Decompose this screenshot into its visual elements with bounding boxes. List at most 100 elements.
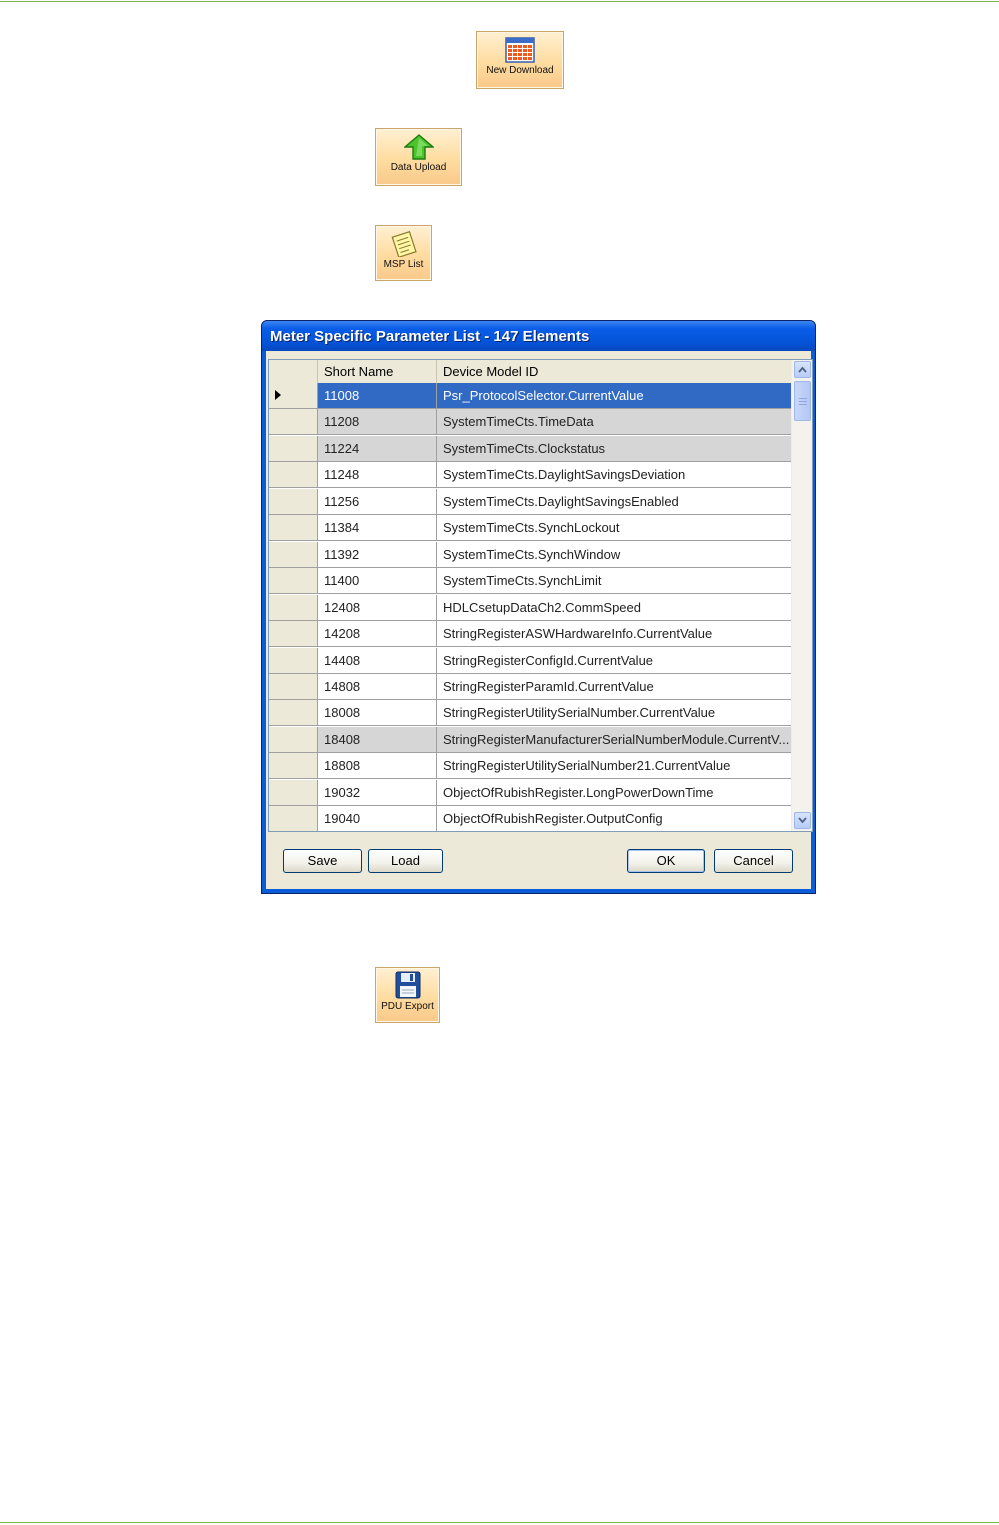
cell-short-name[interactable]: 11384 — [318, 515, 437, 541]
row-header[interactable] — [269, 435, 318, 461]
table-row[interactable]: 14808 StringRegisterParamId.CurrentValue — [269, 673, 791, 700]
cell-short-name[interactable]: 19032 — [318, 779, 437, 805]
msp-list-label: MSP List — [383, 259, 424, 270]
cell-short-name[interactable]: 14408 — [318, 647, 437, 673]
ok-button[interactable]: OK — [627, 849, 705, 873]
row-header[interactable] — [269, 700, 318, 726]
cell-device-model-id[interactable]: StringRegisterParamId.CurrentValue — [437, 674, 791, 699]
table-row[interactable]: 11248 SystemTimeCts.DaylightSavingsDeviat… — [269, 462, 791, 489]
row-header[interactable] — [269, 806, 318, 831]
row-header[interactable] — [269, 753, 318, 779]
cell-short-name[interactable]: 18008 — [318, 700, 437, 726]
table-row[interactable]: 14408 StringRegisterConfigId.CurrentValue — [269, 647, 791, 674]
table-row[interactable]: 11392 SystemTimeCts.SynchWindow — [269, 541, 791, 568]
scroll-up-button[interactable] — [794, 361, 811, 378]
current-row-arrow-icon — [275, 390, 281, 400]
pdu-export-label: PDU Export — [381, 1001, 434, 1012]
cell-device-model-id[interactable]: SystemTimeCts.SynchWindow — [437, 542, 791, 567]
cell-short-name[interactable]: 11392 — [318, 541, 437, 567]
row-header[interactable] — [269, 621, 318, 647]
row-header[interactable] — [269, 568, 318, 594]
cancel-button[interactable]: Cancel — [714, 849, 793, 873]
green-up-arrow-icon — [403, 134, 434, 160]
cell-device-model-id[interactable]: Psr_ProtocolSelector.CurrentValue — [437, 383, 791, 408]
table-row[interactable]: 18008 StringRegisterUtilitySerialNumber.C… — [269, 700, 791, 727]
cell-short-name[interactable]: 12408 — [318, 594, 437, 620]
load-button[interactable]: Load — [368, 849, 443, 873]
column-header-short-name[interactable]: Short Name — [318, 360, 437, 383]
cell-short-name[interactable]: 18808 — [318, 753, 437, 779]
table-row[interactable]: 19032 ObjectOfRubishRegister.LongPowerDow… — [269, 779, 791, 806]
row-header[interactable] — [269, 409, 318, 435]
row-header[interactable] — [269, 488, 318, 514]
cell-device-model-id[interactable]: StringRegisterUtilitySerialNumber.Curren… — [437, 700, 791, 725]
table-row[interactable]: 11208 SystemTimeCts.TimeData — [269, 409, 791, 436]
chevron-down-icon — [798, 817, 807, 824]
top-rule — [0, 1, 999, 2]
cell-short-name[interactable]: 11224 — [318, 435, 437, 461]
cell-device-model-id[interactable]: SystemTimeCts.Clockstatus — [437, 435, 791, 461]
cell-device-model-id[interactable]: StringRegisterUtilitySerialNumber21.Curr… — [437, 753, 791, 778]
data-upload-label: Data Upload — [390, 162, 447, 173]
grid-header: Short Name Device Model ID — [269, 360, 791, 384]
table-row[interactable]: 11384 SystemTimeCts.SynchLockout — [269, 515, 791, 542]
dialog-titlebar[interactable]: Meter Specific Parameter List - 147 Elem… — [262, 321, 815, 351]
floppy-disk-icon — [395, 971, 420, 999]
cell-device-model-id[interactable]: SystemTimeCts.SynchLockout — [437, 515, 791, 540]
table-row[interactable]: 11008 Psr_ProtocolSelector.CurrentValue — [269, 383, 791, 409]
cell-short-name[interactable]: 11248 — [318, 462, 437, 488]
row-header[interactable] — [269, 594, 318, 620]
table-row[interactable]: 11224 SystemTimeCts.Clockstatus — [269, 435, 791, 462]
vertical-scrollbar[interactable] — [791, 360, 812, 831]
row-header[interactable] — [269, 383, 318, 408]
table-row[interactable]: 11400 SystemTimeCts.SynchLimit — [269, 568, 791, 595]
msp-list-dialog: Meter Specific Parameter List - 147 Elem… — [261, 320, 816, 894]
table-row[interactable]: 18808 StringRegisterUtilitySerialNumber21… — [269, 753, 791, 780]
msp-list-button[interactable]: MSP List — [375, 225, 432, 281]
row-header[interactable] — [269, 779, 318, 805]
notepad-icon — [391, 231, 417, 257]
column-header-device-model-id[interactable]: Device Model ID — [437, 360, 791, 383]
table-row[interactable]: 14208 StringRegisterASWHardwareInfo.Curre… — [269, 621, 791, 648]
cell-device-model-id[interactable]: StringRegisterConfigId.CurrentValue — [437, 648, 791, 673]
cell-device-model-id[interactable]: HDLCsetupDataCh2.CommSpeed — [437, 595, 791, 620]
row-header[interactable] — [269, 673, 318, 699]
cell-short-name[interactable]: 14808 — [318, 673, 437, 699]
table-row[interactable]: 12408 HDLCsetupDataCh2.CommSpeed — [269, 594, 791, 621]
table-row[interactable]: 11256 SystemTimeCts.DaylightSavingsEnable… — [269, 488, 791, 515]
table-row[interactable]: 19040 ObjectOfRubishRegister.OutputConfig — [269, 806, 791, 831]
row-header[interactable] — [269, 462, 318, 488]
cell-short-name[interactable]: 14208 — [318, 621, 437, 647]
save-button[interactable]: Save — [283, 849, 362, 873]
calendar-grid-icon — [505, 37, 535, 63]
cell-device-model-id[interactable]: ObjectOfRubishRegister.LongPowerDownTime — [437, 780, 791, 805]
new-download-button[interactable]: New Download — [476, 31, 564, 89]
cell-short-name[interactable]: 11008 — [318, 383, 437, 408]
cell-device-model-id[interactable]: SystemTimeCts.DaylightSavingsDeviation — [437, 462, 791, 487]
row-header[interactable] — [269, 647, 318, 673]
parameter-grid: Short Name Device Model ID 11008 Psr_Prot… — [268, 359, 813, 832]
pdu-export-button[interactable]: PDU Export — [375, 967, 440, 1023]
cell-short-name[interactable]: 11256 — [318, 488, 437, 514]
cell-short-name[interactable]: 19040 — [318, 806, 437, 831]
bottom-rule — [0, 1522, 999, 1523]
cell-short-name[interactable]: 18408 — [318, 726, 437, 752]
row-header-corner — [269, 360, 318, 383]
cell-device-model-id[interactable]: SystemTimeCts.TimeData — [437, 409, 791, 435]
cell-device-model-id[interactable]: StringRegisterASWHardwareInfo.CurrentVal… — [437, 621, 791, 646]
cell-device-model-id[interactable]: StringRegisterManufacturerSerialNumberMo… — [437, 726, 791, 752]
row-header[interactable] — [269, 726, 318, 752]
data-upload-button[interactable]: Data Upload — [375, 128, 462, 186]
scroll-down-button[interactable] — [794, 812, 811, 829]
scroll-thumb[interactable] — [794, 381, 811, 421]
row-header[interactable] — [269, 541, 318, 567]
cell-short-name[interactable]: 11208 — [318, 409, 437, 435]
dialog-client-area: Short Name Device Model ID 11008 Psr_Prot… — [266, 351, 813, 889]
row-header[interactable] — [269, 515, 318, 541]
cell-device-model-id[interactable]: SystemTimeCts.DaylightSavingsEnabled — [437, 489, 791, 514]
cell-short-name[interactable]: 11400 — [318, 568, 437, 594]
cell-device-model-id[interactable]: ObjectOfRubishRegister.OutputConfig — [437, 806, 791, 831]
cell-device-model-id[interactable]: SystemTimeCts.SynchLimit — [437, 568, 791, 593]
chevron-up-icon — [798, 366, 807, 373]
table-row[interactable]: 18408 StringRegisterManufacturerSerialNum… — [269, 726, 791, 753]
